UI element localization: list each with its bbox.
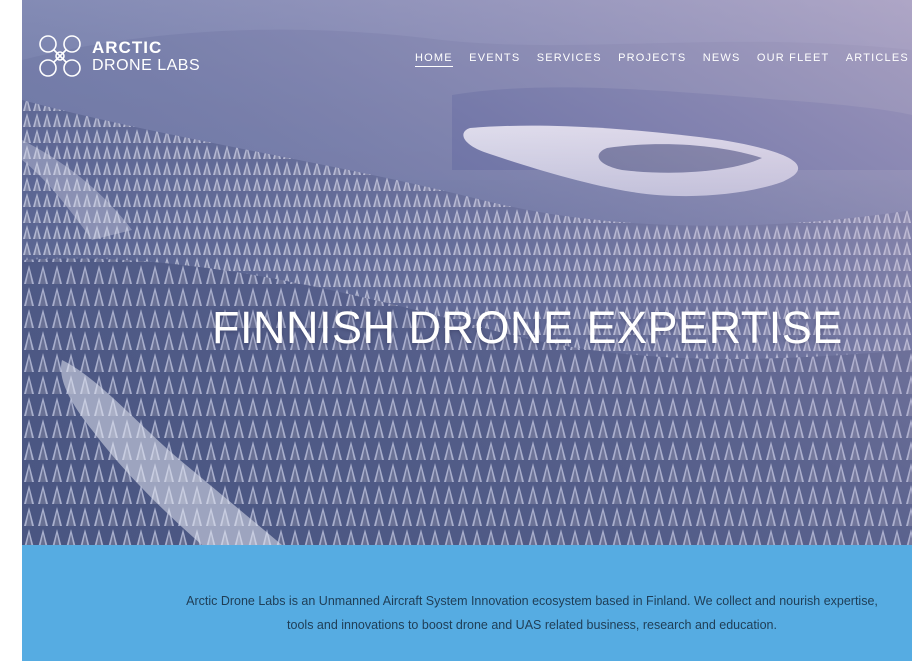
drone-logo-icon: [39, 35, 81, 77]
nav-item-articles[interactable]: ARTICLES: [846, 52, 909, 66]
nav-item-events[interactable]: EVENTS: [469, 52, 520, 66]
intro-band: Arctic Drone Labs is an Unmanned Aircraf…: [22, 545, 912, 661]
brand-line1: ARCTIC: [92, 37, 163, 57]
brand-wordmark: ARCTIC DRONE LABS: [92, 39, 200, 74]
brand-logo[interactable]: ARCTIC DRONE LABS: [32, 28, 222, 84]
intro-text: Arctic Drone Labs is an Unmanned Aircraf…: [186, 594, 878, 632]
nav-item-our-fleet[interactable]: OUR FLEET: [757, 52, 830, 66]
nav-item-projects[interactable]: PROJECTS: [618, 52, 686, 66]
main-nav: HOME EVENTS SERVICES PROJECTS NEWS OUR F…: [415, 50, 909, 68]
hero-section: ARCTIC DRONE LABS HOME EVENTS SERVICES P…: [22, 0, 912, 545]
nav-item-news[interactable]: NEWS: [703, 52, 741, 66]
brand-line2: DRONE LABS: [92, 56, 201, 74]
nav-item-home[interactable]: HOME: [415, 52, 453, 67]
nav-item-services[interactable]: SERVICES: [537, 52, 602, 66]
hero-headline: FINNISH DRONE EXPERTISE: [212, 302, 843, 353]
